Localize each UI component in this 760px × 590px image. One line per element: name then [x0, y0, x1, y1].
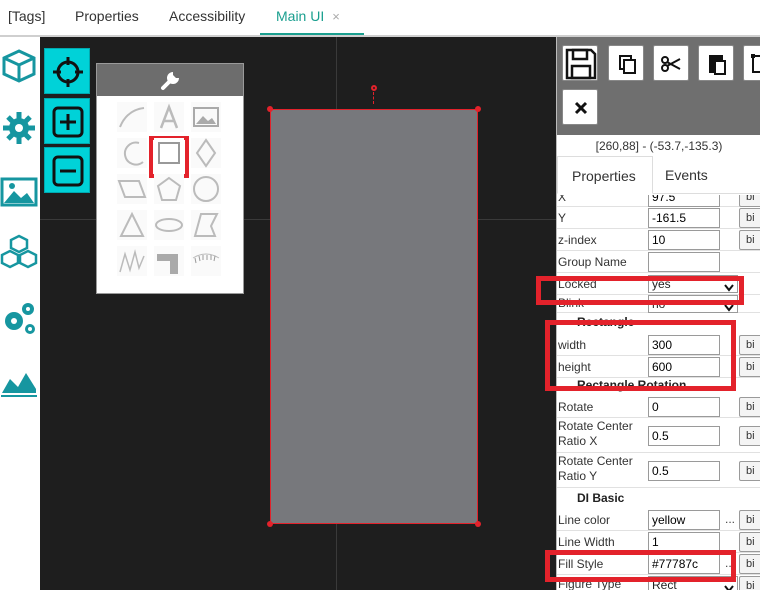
resize-handle-bottom-left[interactable]: [267, 521, 273, 527]
color-picker-button[interactable]: ...: [722, 510, 738, 530]
bind-button[interactable]: bi: [739, 230, 760, 250]
section-di-basic: DI Basic: [577, 491, 625, 505]
prop-row-rotate-center-x: Rotate Center Ratio X bi: [557, 418, 760, 453]
gears-icon[interactable]: [0, 299, 38, 337]
bind-button[interactable]: bi: [739, 357, 760, 377]
z-index-field[interactable]: [648, 230, 720, 250]
arc-icon[interactable]: [117, 138, 147, 168]
line-width-field[interactable]: [648, 532, 720, 552]
zoom-in-icon: [52, 106, 84, 138]
tab-panel-events[interactable]: Events: [665, 156, 725, 194]
circle-icon[interactable]: [191, 174, 221, 204]
shape-palette: [96, 63, 244, 294]
cube-icon[interactable]: [0, 47, 38, 85]
copy-icon: [619, 55, 636, 74]
bind-button[interactable]: bi: [739, 426, 760, 446]
prop-row-rotate-center-y: Rotate Center Ratio Y bi: [557, 453, 760, 488]
save-button[interactable]: [562, 45, 598, 81]
save-icon: [565, 48, 597, 80]
line-color-field[interactable]: [648, 510, 720, 530]
selected-rectangle-shape[interactable]: [270, 109, 478, 524]
crosshair-button[interactable]: [44, 48, 90, 94]
prop-row-zindex: z-index bi: [557, 229, 760, 251]
transform-button[interactable]: [743, 45, 760, 81]
pentagon-icon[interactable]: [154, 174, 184, 204]
parallelogram-icon[interactable]: [117, 174, 147, 204]
triangle-icon[interactable]: [117, 210, 147, 240]
properties-panel: [260,88] - (-53.7,-135.3) Properties Eve…: [556, 37, 760, 590]
polyline-icon[interactable]: [117, 246, 147, 276]
document-tab-bar: [Tags] Properties Accessibility Main UI ×: [0, 0, 760, 37]
bind-button[interactable]: bi: [739, 397, 760, 417]
rotate-center-y-field[interactable]: [648, 461, 720, 481]
chevron-down-icon: [724, 581, 734, 590]
prop-row-x: X bi: [557, 195, 760, 207]
close-tab-icon[interactable]: ×: [332, 9, 340, 24]
design-canvas[interactable]: [40, 37, 556, 590]
bind-button[interactable]: bi: [739, 576, 760, 590]
image-icon[interactable]: [0, 173, 38, 211]
delete-button[interactable]: [562, 89, 598, 125]
pipe-icon[interactable]: [154, 246, 184, 276]
crosshair-icon: [53, 57, 83, 87]
polygon-icon[interactable]: [191, 210, 221, 240]
panel-toolbar: [557, 37, 760, 135]
coordinates-readout: [260,88] - (-53.7,-135.3): [595, 139, 723, 153]
prop-row-rotate: Rotate bi: [557, 396, 760, 418]
zoom-out-icon: [52, 155, 84, 187]
rotate-handle[interactable]: [371, 85, 377, 91]
y-field[interactable]: [648, 208, 720, 228]
gauge-icon[interactable]: [191, 246, 221, 276]
fill-style-highlight-box: [545, 550, 736, 582]
prop-row-line-color: Line color ... bi: [557, 509, 760, 531]
rectangle-icon[interactable]: [154, 138, 184, 168]
property-grid: X bi Y bi z-index bi Group Name Locked y…: [557, 195, 760, 590]
bind-button[interactable]: bi: [739, 335, 760, 355]
image-tool-icon[interactable]: [191, 102, 221, 132]
prop-row-y: Y bi: [557, 207, 760, 229]
bind-button[interactable]: bi: [739, 554, 760, 574]
prop-row-group: Group Name: [557, 251, 760, 273]
text-icon[interactable]: [154, 102, 184, 132]
resize-handle-top-left[interactable]: [267, 106, 273, 112]
rotate-field[interactable]: [648, 397, 720, 417]
x-field[interactable]: [648, 195, 720, 207]
wrench-icon: [161, 72, 179, 90]
bind-button[interactable]: bi: [739, 510, 760, 530]
area-chart-icon[interactable]: [0, 361, 38, 399]
panel-tabs: Properties Events: [557, 156, 760, 194]
cut-icon: [661, 56, 681, 72]
tab-panel-properties[interactable]: Properties: [557, 156, 653, 194]
blocks-icon[interactable]: [0, 233, 38, 271]
bind-button[interactable]: bi: [739, 461, 760, 481]
rotate-center-x-field[interactable]: [648, 426, 720, 446]
paste-button[interactable]: [698, 45, 734, 81]
group-name-field[interactable]: [648, 252, 720, 272]
diamond-icon[interactable]: [191, 138, 221, 168]
ellipse-icon[interactable]: [154, 210, 184, 240]
rotate-handle-stem: [373, 92, 374, 104]
cut-button[interactable]: [653, 45, 689, 81]
size-highlight-box: [545, 320, 736, 391]
resize-handle-bottom-right[interactable]: [475, 521, 481, 527]
tab-tags[interactable]: [Tags]: [8, 0, 45, 35]
resize-handle-top-right[interactable]: [475, 106, 481, 112]
paste-icon: [709, 55, 726, 75]
locked-highlight-box: [536, 276, 744, 305]
palette-header: [97, 64, 243, 96]
left-toolbox-rail: [0, 37, 40, 590]
bind-button[interactable]: bi: [739, 532, 760, 552]
tab-main-ui[interactable]: Main UI ×: [260, 0, 364, 35]
tab-accessibility[interactable]: Accessibility: [169, 0, 245, 35]
bind-button[interactable]: bi: [739, 195, 760, 207]
curve-icon[interactable]: [117, 102, 147, 132]
delete-icon: [574, 101, 588, 115]
zoom-out-button[interactable]: [44, 147, 90, 193]
transform-icon: [751, 54, 760, 73]
zoom-in-button[interactable]: [44, 98, 90, 144]
tab-properties[interactable]: Properties: [75, 0, 139, 35]
bind-button[interactable]: bi: [739, 208, 760, 228]
gear-icon[interactable]: [0, 109, 38, 147]
copy-button[interactable]: [608, 45, 644, 81]
